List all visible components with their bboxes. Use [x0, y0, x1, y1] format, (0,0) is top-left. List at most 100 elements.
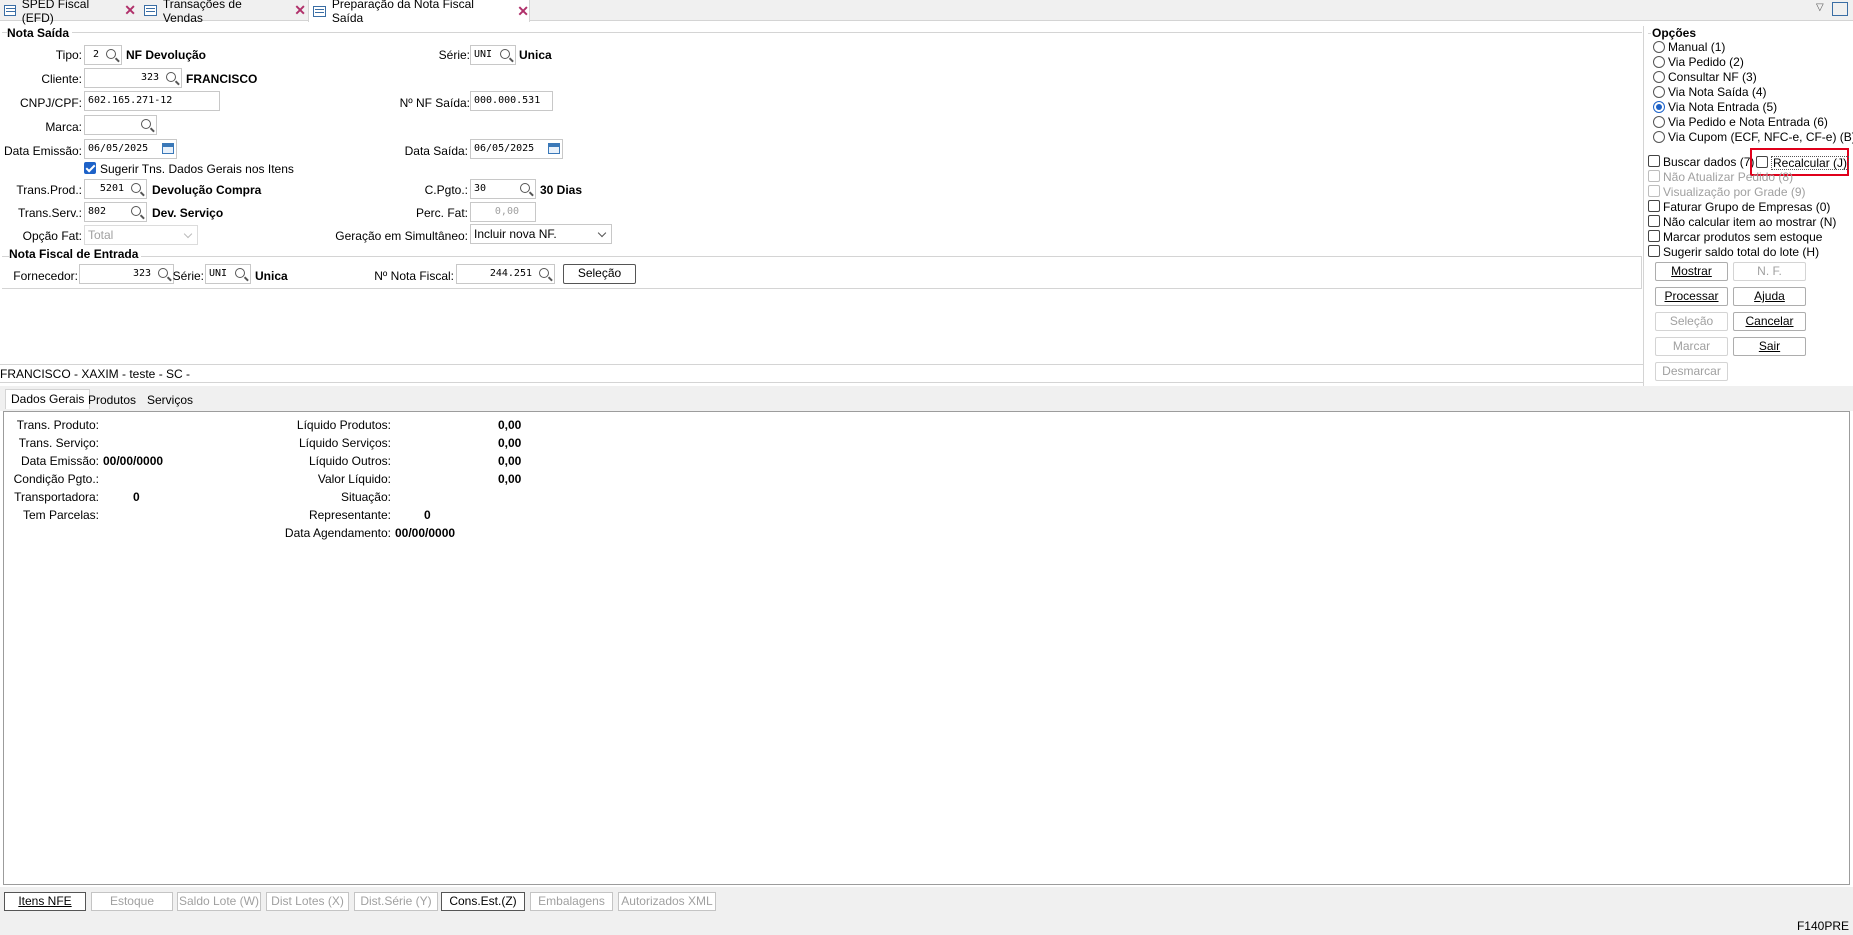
- marcar-produtos-label: Marcar produtos sem estoque: [1663, 230, 1823, 244]
- search-icon[interactable]: [141, 119, 151, 129]
- ajuda-button[interactable]: Ajuda: [1733, 287, 1806, 306]
- tipo-field[interactable]: 2: [84, 45, 122, 65]
- nao-calcular-checkbox[interactable]: [1648, 215, 1660, 227]
- radio-via-pedido-nota-entrada[interactable]: [1653, 116, 1665, 128]
- opcao-fat-select[interactable]: Total: [84, 225, 198, 245]
- tab-produtos[interactable]: Produtos: [83, 391, 141, 409]
- radio-via-nota-saida[interactable]: [1653, 86, 1665, 98]
- chevron-down-icon[interactable]: ▽: [1816, 2, 1824, 13]
- representante-label: Representante:: [308, 508, 391, 522]
- radio-label: Consultar NF (3): [1668, 70, 1757, 84]
- geracao-value: Incluir nova NF.: [474, 227, 557, 241]
- search-icon[interactable]: [158, 268, 168, 278]
- radio-manual[interactable]: [1653, 41, 1665, 53]
- cons-est-button[interactable]: Cons.Est.(Z): [441, 892, 525, 911]
- itens-nfe-button[interactable]: Itens NFE: [4, 892, 86, 911]
- search-icon[interactable]: [539, 268, 549, 278]
- calendar-icon[interactable]: [162, 143, 174, 154]
- sugerir-tns-checkbox[interactable]: [84, 162, 96, 174]
- search-icon[interactable]: [106, 49, 116, 59]
- dist-lotes-button[interactable]: Dist Lotes (X): [266, 892, 349, 911]
- nao-atualizar-checkbox[interactable]: [1648, 170, 1660, 182]
- desmarcar-button[interactable]: Desmarcar: [1655, 362, 1728, 381]
- tab-preparacao-nf-saida[interactable]: Preparação da Nota Fiscal Saída ✕: [308, 0, 530, 25]
- estoque-button[interactable]: Estoque: [91, 892, 173, 911]
- divider: [1641, 256, 1642, 288]
- autorizados-xml-button[interactable]: Autorizados XML: [618, 892, 716, 911]
- sugerir-saldo-checkbox[interactable]: [1648, 245, 1660, 257]
- cancelar-label: Cancelar: [1745, 314, 1794, 328]
- search-icon[interactable]: [500, 49, 510, 59]
- geracao-select[interactable]: Incluir nova NF.: [470, 224, 612, 244]
- nf-button[interactable]: N. F.: [1733, 262, 1806, 281]
- search-icon[interactable]: [166, 72, 176, 82]
- divider: [2, 32, 1642, 33]
- selecao-entrada-button[interactable]: Seleção: [563, 264, 636, 284]
- tipo-label: Tipo:: [55, 48, 82, 62]
- perc-fat-field[interactable]: 0,00: [470, 202, 536, 222]
- radio-via-cupom[interactable]: [1653, 131, 1665, 143]
- itens-nfe-label: Itens NFE: [18, 894, 72, 908]
- embalagens-button[interactable]: Embalagens: [530, 892, 613, 911]
- calendar-icon[interactable]: [548, 143, 560, 154]
- data-agendamento-value: 00/00/0000: [395, 526, 456, 540]
- tab-transacoes-vendas[interactable]: Transações de Vendas ✕: [140, 0, 306, 25]
- tab-servicos[interactable]: Serviços: [142, 391, 198, 409]
- nao-atualizar-label: Não Atualizar Pedido (8): [1663, 170, 1794, 184]
- search-icon[interactable]: [131, 183, 141, 193]
- close-icon[interactable]: ✕: [517, 3, 529, 20]
- tab-label: Preparação da Nota Fiscal Saída: [331, 0, 474, 25]
- search-icon[interactable]: [520, 183, 530, 193]
- document-tab-bar: SPED Fiscal (EFD) ✕ Transações de Vendas…: [0, 0, 1853, 25]
- saldo-lote-button[interactable]: Saldo Lote (W): [177, 892, 261, 911]
- dist-serie-button[interactable]: Dist.Série (Y): [354, 892, 438, 911]
- cancelar-button[interactable]: Cancelar: [1733, 312, 1806, 331]
- cliente-label: Cliente:: [41, 72, 82, 86]
- tab-label: Transações de Vendas: [162, 0, 242, 25]
- chevron-down-icon: [597, 228, 607, 238]
- buscar-dados-checkbox[interactable]: [1648, 155, 1660, 167]
- fornecedor-label: Fornecedor:: [13, 269, 78, 283]
- marca-label: Marca:: [45, 120, 82, 134]
- radio-via-pedido[interactable]: [1653, 56, 1665, 68]
- trans-serv-label: Trans.Serv.:: [17, 206, 82, 220]
- transportadora-value: 0: [133, 490, 140, 504]
- processar-button[interactable]: Processar: [1655, 287, 1728, 306]
- mostrar-button[interactable]: Mostrar: [1655, 262, 1728, 281]
- radio-label: Via Nota Saída (4): [1668, 85, 1767, 99]
- chevron-down-icon: [183, 229, 193, 239]
- selecao-label: Seleção: [1669, 314, 1714, 328]
- recalcular-label: Recalcular (J): [1771, 156, 1850, 170]
- nf-saida-field[interactable]: 000.000.531: [470, 91, 553, 111]
- visualizacao-grade-checkbox[interactable]: [1648, 185, 1660, 197]
- cnpj-cpf-field[interactable]: 602.165.271-12: [84, 91, 220, 111]
- marcar-button[interactable]: Marcar: [1655, 337, 1728, 356]
- sugerir-saldo-label: Sugerir saldo total do lote (H): [1663, 245, 1820, 259]
- search-icon[interactable]: [235, 268, 245, 278]
- tipo-description: NF Devolução: [126, 48, 207, 62]
- divider: [1643, 26, 1644, 386]
- tab-dados-gerais[interactable]: Dados Gerais: [5, 389, 91, 409]
- radio-via-nota-entrada[interactable]: [1653, 101, 1665, 113]
- maximize-icon[interactable]: [1832, 2, 1848, 16]
- selecao-button[interactable]: Seleção: [1655, 312, 1728, 331]
- close-icon[interactable]: ✕: [294, 2, 306, 19]
- liquido-produtos-value: 0,00: [498, 418, 522, 432]
- search-icon[interactable]: [131, 206, 141, 216]
- tab-label: SPED Fiscal (EFD): [21, 0, 90, 25]
- divider: [2, 256, 1642, 257]
- divider: [2, 288, 1642, 289]
- ajuda-label: Ajuda: [1754, 289, 1785, 303]
- radio-consultar-nf[interactable]: [1653, 71, 1665, 83]
- faturar-grupo-checkbox[interactable]: [1648, 200, 1660, 212]
- condicao-pgto-label: Condição Pgto.:: [13, 472, 99, 486]
- marcar-produtos-checkbox[interactable]: [1648, 230, 1660, 242]
- recalcular-checkbox[interactable]: [1756, 156, 1768, 168]
- sair-button[interactable]: Sair: [1733, 337, 1806, 356]
- screen-code: F140PRE: [1796, 919, 1849, 933]
- close-icon[interactable]: ✕: [124, 2, 136, 19]
- tab-sped-fiscal[interactable]: SPED Fiscal (EFD) ✕: [0, 0, 136, 25]
- data-emissao-dg-label: Data Emissão:: [20, 454, 99, 468]
- processar-label: Processar: [1664, 289, 1719, 303]
- marcar-label: Marcar: [1672, 339, 1711, 353]
